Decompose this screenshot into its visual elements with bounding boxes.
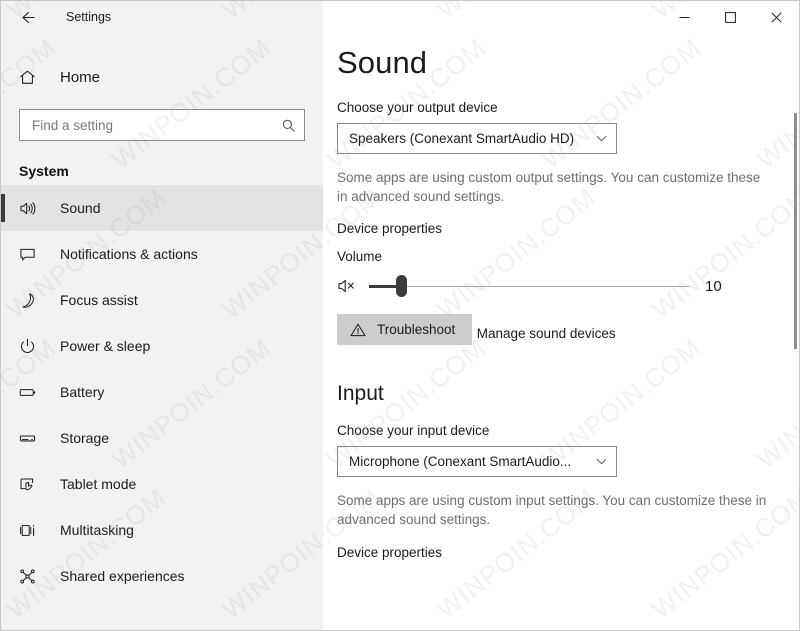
sidebar-item-label: Shared experiences — [60, 568, 185, 584]
chevron-down-icon — [595, 455, 608, 468]
sidebar-item-label: Power & sleep — [60, 338, 151, 354]
sidebar-item-shared-experiences[interactable]: Shared experiences — [1, 553, 323, 599]
sidebar-item-tablet-mode[interactable]: Tablet mode — [1, 461, 323, 507]
sidebar-item-battery[interactable]: Battery — [1, 369, 323, 415]
chevron-down-icon — [595, 132, 608, 145]
sidebar-item-label: Sound — [60, 200, 101, 216]
home-icon — [18, 68, 44, 87]
input-section-heading: Input — [337, 382, 384, 406]
volume-slider[interactable] — [369, 275, 689, 298]
sidebar-item-label: Focus assist — [60, 292, 138, 308]
window-controls — [661, 1, 799, 33]
power-icon — [18, 337, 44, 356]
output-device-value: Speakers (Conexant SmartAudio HD) — [349, 131, 575, 146]
tablet-touch-icon — [18, 475, 44, 494]
input-device-select[interactable]: Microphone (Conexant SmartAudio... — [337, 446, 617, 478]
sidebar: Settings Home System — [1, 1, 323, 630]
storage-icon — [18, 429, 44, 448]
sidebar-item-multitasking[interactable]: Multitasking — [1, 507, 323, 553]
search-icon[interactable] — [281, 118, 296, 133]
sidebar-item-power-sleep[interactable]: Power & sleep — [1, 323, 323, 369]
search-box[interactable] — [19, 109, 305, 141]
minimize-icon — [679, 16, 689, 18]
page-title: Sound — [337, 45, 428, 80]
output-device-properties-link[interactable]: Device properties — [337, 221, 442, 236]
manage-sound-devices-link[interactable]: Manage sound devices — [477, 326, 616, 341]
share-nodes-icon — [18, 567, 44, 586]
volume-slider-track — [401, 285, 689, 288]
sidebar-item-label: Storage — [60, 430, 110, 446]
troubleshoot-button[interactable]: Troubleshoot — [337, 314, 473, 346]
output-help-text: Some apps are using custom output settin… — [337, 170, 761, 205]
maximize-button[interactable] — [707, 1, 753, 33]
volume-value: 10 — [705, 277, 722, 295]
battery-icon — [18, 383, 44, 402]
moon-icon — [18, 291, 44, 310]
sidebar-item-sound[interactable]: Sound — [1, 185, 323, 231]
content-pane: Sound Choose your output device Speakers… — [323, 1, 799, 630]
window-title: Settings — [66, 10, 112, 24]
close-button[interactable] — [753, 1, 799, 33]
output-device-label: Choose your output device — [337, 100, 498, 115]
input-device-value: Microphone (Conexant SmartAudio... — [349, 454, 572, 470]
volume-slider-row: 10 — [337, 274, 799, 298]
output-device-select[interactable]: Speakers (Conexant SmartAudio HD) — [337, 123, 617, 154]
sidebar-item-label: Tablet mode — [60, 476, 137, 492]
close-icon — [770, 11, 782, 23]
minimize-button[interactable] — [661, 1, 707, 33]
sidebar-nav-list: Sound Notifications & actions Focus assi… — [1, 185, 323, 599]
search-input[interactable] — [32, 117, 281, 133]
speaker-muted-icon[interactable] — [337, 277, 359, 295]
warning-triangle-icon — [350, 322, 366, 338]
notification-icon — [18, 245, 44, 264]
window-titlebar-left: Settings — [1, 1, 323, 33]
settings-window: Settings Home System — [0, 0, 800, 631]
multitasking-icon — [18, 521, 44, 540]
input-device-label: Choose your input device — [337, 423, 490, 439]
sidebar-item-notifications-actions[interactable]: Notifications & actions — [1, 231, 323, 277]
speaker-icon — [18, 199, 44, 218]
back-arrow-icon — [21, 11, 35, 23]
sidebar-home-label: Home — [60, 68, 101, 86]
volume-label: Volume — [337, 249, 383, 265]
sidebar-item-label: Notifications & actions — [60, 246, 198, 262]
volume-slider-thumb[interactable] — [396, 275, 407, 298]
sidebar-item-label: Battery — [60, 384, 105, 400]
sidebar-item-storage[interactable]: Storage — [1, 415, 323, 461]
troubleshoot-label: Troubleshoot — [377, 322, 456, 338]
sidebar-item-label: Multitasking — [60, 522, 134, 538]
sidebar-section-label: System — [19, 163, 69, 179]
back-button[interactable] — [14, 4, 40, 30]
sidebar-item-home[interactable]: Home — [1, 56, 323, 98]
maximize-icon — [724, 11, 736, 23]
content-scrollbar[interactable] — [794, 113, 797, 349]
sidebar-item-focus-assist[interactable]: Focus assist — [1, 277, 323, 323]
input-device-properties-link[interactable]: Device properties — [337, 545, 442, 560]
input-help-text: Some apps are using custom input setting… — [337, 493, 767, 528]
